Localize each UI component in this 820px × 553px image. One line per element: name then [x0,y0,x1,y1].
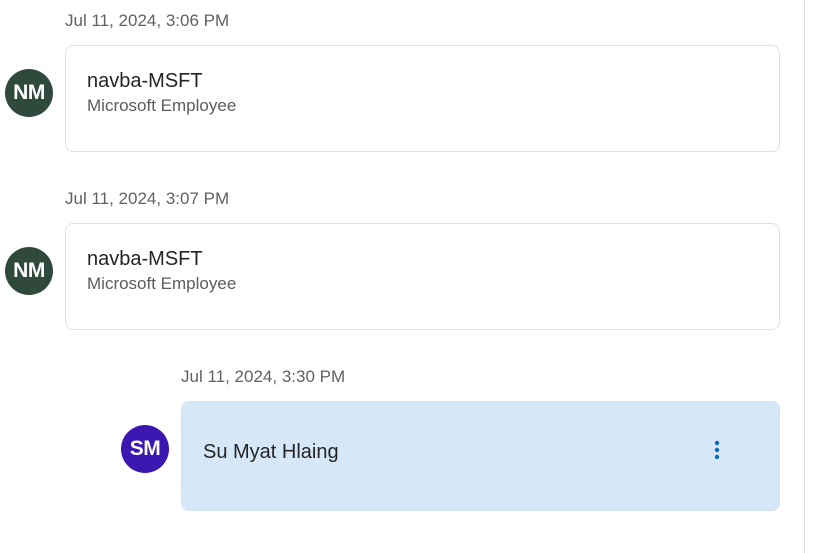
message-card: navba-MSFT Microsoft Employee [65,45,780,152]
author-name[interactable]: Su Myat Hlaing [203,440,339,464]
message-timestamp: Jul 11, 2024, 3:30 PM [181,367,346,386]
author-role: Microsoft Employee [87,274,237,293]
message-card-highlighted: Su Myat Hlaing [181,401,780,511]
author-name[interactable]: navba-MSFT [87,69,203,93]
avatar[interactable]: NM [5,247,53,295]
more-options-button[interactable] [705,438,729,462]
avatar[interactable]: SM [121,425,169,473]
message-timestamp: Jul 11, 2024, 3:07 PM [65,189,230,208]
author-name[interactable]: navba-MSFT [87,247,203,271]
panel-divider [804,0,805,553]
comment-thread: Jul 11, 2024, 3:06 PM NM navba-MSFT Micr… [0,0,820,553]
avatar[interactable]: NM [5,69,53,117]
more-vertical-icon [714,440,720,460]
author-role: Microsoft Employee [87,96,237,115]
message-card: navba-MSFT Microsoft Employee [65,223,780,330]
message-timestamp: Jul 11, 2024, 3:06 PM [65,11,230,30]
